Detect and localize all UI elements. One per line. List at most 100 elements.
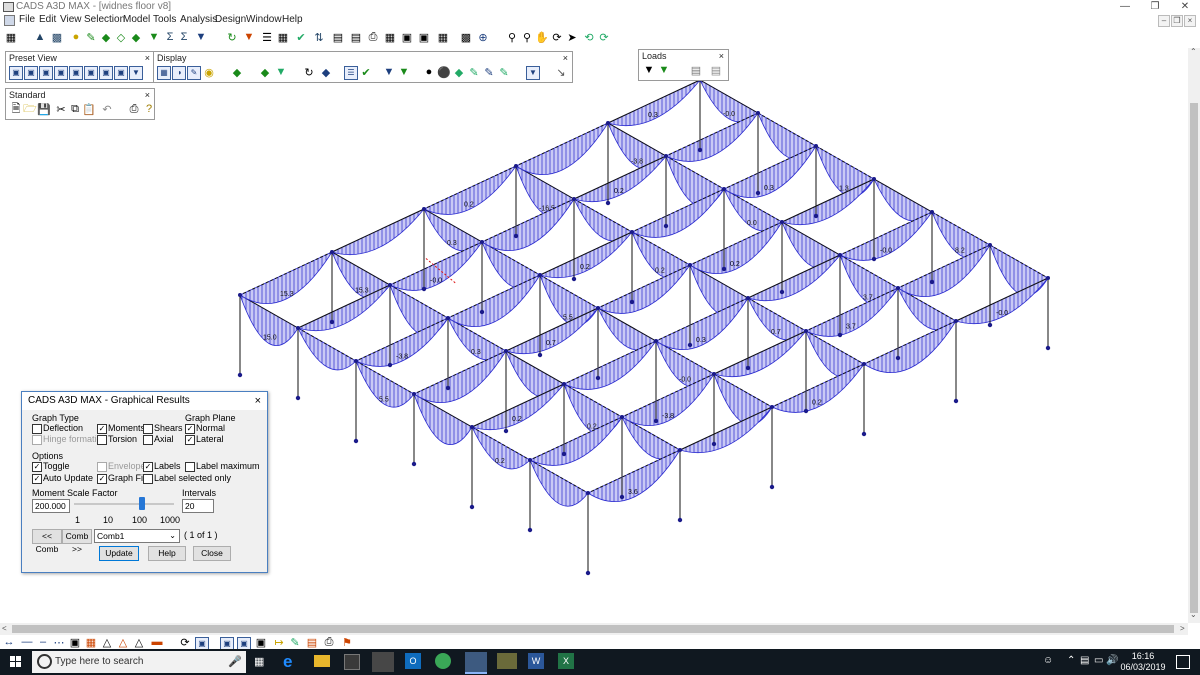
paste-icon[interactable]: 📋	[82, 102, 96, 116]
document-icon[interactable]	[4, 15, 15, 26]
help-button[interactable]: Help	[148, 546, 186, 561]
moment-scale-slider[interactable]	[74, 497, 174, 511]
shears-checkbox[interactable]	[143, 424, 153, 434]
mdi-minimize-button[interactable]: –	[1158, 15, 1170, 27]
display-grid-icon[interactable]: ▦	[157, 66, 171, 80]
zoom-in-icon[interactable]: ⊕	[476, 30, 490, 44]
close-window-button[interactable]: ✕	[1170, 0, 1200, 13]
load-combination-icon[interactable]: ▼	[657, 63, 671, 77]
load-case-icon[interactable]: ▼	[642, 63, 656, 77]
label-maximum-checkbox[interactable]	[185, 462, 195, 472]
loads-close-button[interactable]: ×	[719, 50, 724, 63]
menu-selection[interactable]: Selection	[84, 13, 125, 27]
sigma-icon[interactable]: Σ	[163, 30, 177, 44]
tray-chevron-icon[interactable]: ⌃	[1067, 655, 1075, 666]
mdi-close-button[interactable]: ×	[1184, 15, 1196, 27]
table-icon[interactable]: ▦	[276, 30, 290, 44]
zoom-window-icon[interactable]: ▩	[459, 30, 473, 44]
slider-thumb[interactable]	[139, 497, 145, 510]
standard-close-button[interactable]: ×	[145, 89, 150, 102]
view-bottom-icon[interactable]: ▣	[84, 66, 98, 80]
display-color-icon[interactable]: ◉	[202, 65, 216, 79]
clock[interactable]: 16:16 06/03/2019	[1120, 651, 1166, 673]
display-support-icon[interactable]: ◆	[230, 65, 244, 79]
menu-file[interactable]: File	[19, 13, 35, 27]
wind-icon[interactable]: ☰	[260, 30, 274, 44]
rotate-icon[interactable]: ⟳	[550, 30, 564, 44]
report-pdf-icon[interactable]: ▤	[305, 635, 319, 649]
lateral-checkbox[interactable]: ✓	[185, 435, 195, 445]
view-iso2-icon[interactable]: ▣	[114, 66, 128, 80]
measure-icon[interactable]: ↦	[272, 635, 286, 649]
calc-icon[interactable]: Σ	[177, 30, 191, 44]
display-paint-icon[interactable]: ✎	[187, 66, 201, 80]
loads-icon[interactable]: ▼	[147, 30, 161, 44]
pan-icon[interactable]: ✋	[535, 30, 549, 44]
graph-fills-checkbox[interactable]: ✓	[97, 474, 107, 484]
camera-icon[interactable]: ▣	[417, 30, 431, 44]
display-brace-icon[interactable]: ✎	[467, 65, 481, 79]
moment-scale-input[interactable]: 200.000	[32, 499, 70, 513]
battery-icon[interactable]: ▭	[1094, 655, 1103, 666]
undo-view-icon[interactable]: ⟲	[582, 30, 596, 44]
comb-prev-button[interactable]: << Comb	[32, 529, 62, 554]
display-plate-icon[interactable]: ◆	[452, 65, 466, 79]
display-hinge-icon[interactable]: ●	[422, 65, 436, 79]
display-dim-icon[interactable]: ◆	[319, 65, 333, 79]
display-release-icon[interactable]: ◆	[258, 65, 272, 79]
load-delete-icon[interactable]: ▤	[709, 63, 723, 77]
dot-style-icon[interactable]: ⋯	[52, 635, 66, 649]
load-edit-icon[interactable]: ▤	[689, 63, 703, 77]
hinge-formation-checkbox[interactable]	[32, 435, 42, 445]
dialog-close-icon[interactable]: ×	[249, 392, 261, 410]
close-button[interactable]: Close	[193, 546, 231, 561]
menu-help[interactable]: Help	[282, 13, 303, 27]
open-folder-icon[interactable]: 🗁	[23, 102, 37, 116]
comb-next-button[interactable]: Comb >>	[62, 529, 92, 554]
axial-checkbox[interactable]	[143, 435, 153, 445]
beam-icon[interactable]: △	[116, 635, 130, 649]
vertical-scroll-thumb[interactable]	[1190, 103, 1198, 613]
store-icon[interactable]	[344, 654, 360, 670]
section-icon[interactable]: ▬	[150, 635, 164, 649]
check-icon[interactable]: ✔	[294, 30, 308, 44]
scroll-up-icon[interactable]: ⌃	[1190, 47, 1197, 56]
select-icon[interactable]: ➤	[565, 30, 579, 44]
refresh-icon[interactable]: ↻	[225, 30, 239, 44]
scroll-left-icon[interactable]: <	[2, 624, 7, 633]
scroll-down-icon[interactable]: ⌄	[1190, 610, 1197, 619]
display-labels-icon[interactable]: ☰	[344, 66, 358, 80]
node-icon[interactable]: ▲	[33, 30, 47, 44]
save-icon[interactable]: 💾	[37, 102, 51, 116]
active-app-icon[interactable]	[465, 652, 487, 674]
edge-icon[interactable]: e	[283, 652, 292, 672]
zoom-extents-icon[interactable]: ⚲	[520, 30, 534, 44]
display-solid-icon[interactable]: ✎	[497, 65, 511, 79]
pen-icon[interactable]: ✎	[84, 30, 98, 44]
display-section-icon[interactable]: ▼	[397, 65, 411, 79]
menu-model[interactable]: Model	[123, 13, 150, 27]
minimize-button[interactable]: —	[1110, 0, 1140, 13]
word-icon[interactable]: W	[528, 653, 544, 669]
windows-start-icon[interactable]	[10, 656, 22, 668]
truss-icon[interactable]: △	[100, 635, 114, 649]
chart-icon[interactable]: ▤	[349, 30, 363, 44]
display-pin-icon[interactable]: ↘	[554, 65, 568, 79]
task-view-icon[interactable]: ▦	[254, 655, 264, 668]
horizontal-scrollbar[interactable]: < >	[0, 623, 1188, 635]
display-mode-icon[interactable]: ▼	[194, 30, 208, 44]
point-icon[interactable]: ●	[69, 30, 83, 44]
export-icon[interactable]: ▦	[383, 30, 397, 44]
cut-icon[interactable]: ✂	[54, 102, 68, 116]
flag-icon[interactable]: ⚑	[340, 635, 354, 649]
display-offset-icon[interactable]: ⚫	[437, 65, 451, 79]
toggle-checkbox[interactable]: ✓	[32, 462, 42, 472]
snap-icon[interactable]: ✎	[288, 635, 302, 649]
outlook-icon[interactable]: O	[405, 653, 421, 669]
menu-tools[interactable]: Tools	[153, 13, 176, 27]
photos-icon[interactable]	[497, 653, 517, 669]
results-icon[interactable]: ▼	[242, 30, 256, 44]
line-style-icon[interactable]: —	[20, 635, 34, 649]
view3d-icon[interactable]: ▣	[400, 30, 414, 44]
vertical-scrollbar[interactable]: ⌃ ⌄	[1188, 47, 1200, 623]
